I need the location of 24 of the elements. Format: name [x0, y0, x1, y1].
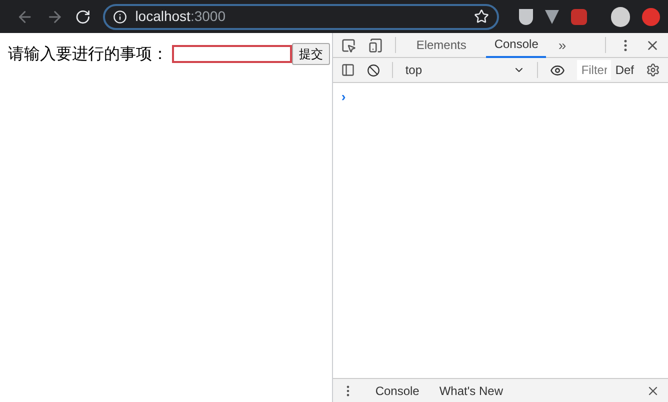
settings-icon[interactable] [646, 63, 660, 77]
devtools-tab[interactable]: Elements [408, 32, 474, 58]
shield-extension-icon[interactable] [519, 8, 533, 24]
device-icon[interactable] [368, 38, 384, 52]
star-icon[interactable] [474, 9, 490, 24]
info-icon[interactable] [113, 10, 128, 24]
prompt-label: 请输入要进行的事项： [8, 44, 168, 65]
drawer-tab[interactable]: Console [367, 382, 428, 400]
more-tabs-button[interactable]: » [558, 34, 566, 56]
input-field[interactable] [172, 45, 292, 63]
inspect-icon[interactable] [341, 38, 356, 52]
eye-icon[interactable] [550, 62, 566, 78]
extension-icon[interactable] [570, 8, 587, 24]
url-text: localhost:3000 [135, 7, 226, 26]
reload-icon[interactable] [75, 8, 92, 24]
submit-button[interactable]: 提交 [292, 43, 330, 65]
levels-select[interactable]: Def [615, 61, 634, 79]
console-prompt: › [341, 89, 346, 104]
context-select[interactable]: top [405, 61, 526, 79]
clear-icon[interactable] [367, 64, 380, 76]
avatar-icon[interactable] [610, 6, 630, 26]
drawer-tab[interactable]: What's New [431, 382, 511, 400]
address-bar[interactable]: localhost:3000 [103, 4, 500, 30]
sidebar-icon[interactable] [341, 63, 356, 77]
